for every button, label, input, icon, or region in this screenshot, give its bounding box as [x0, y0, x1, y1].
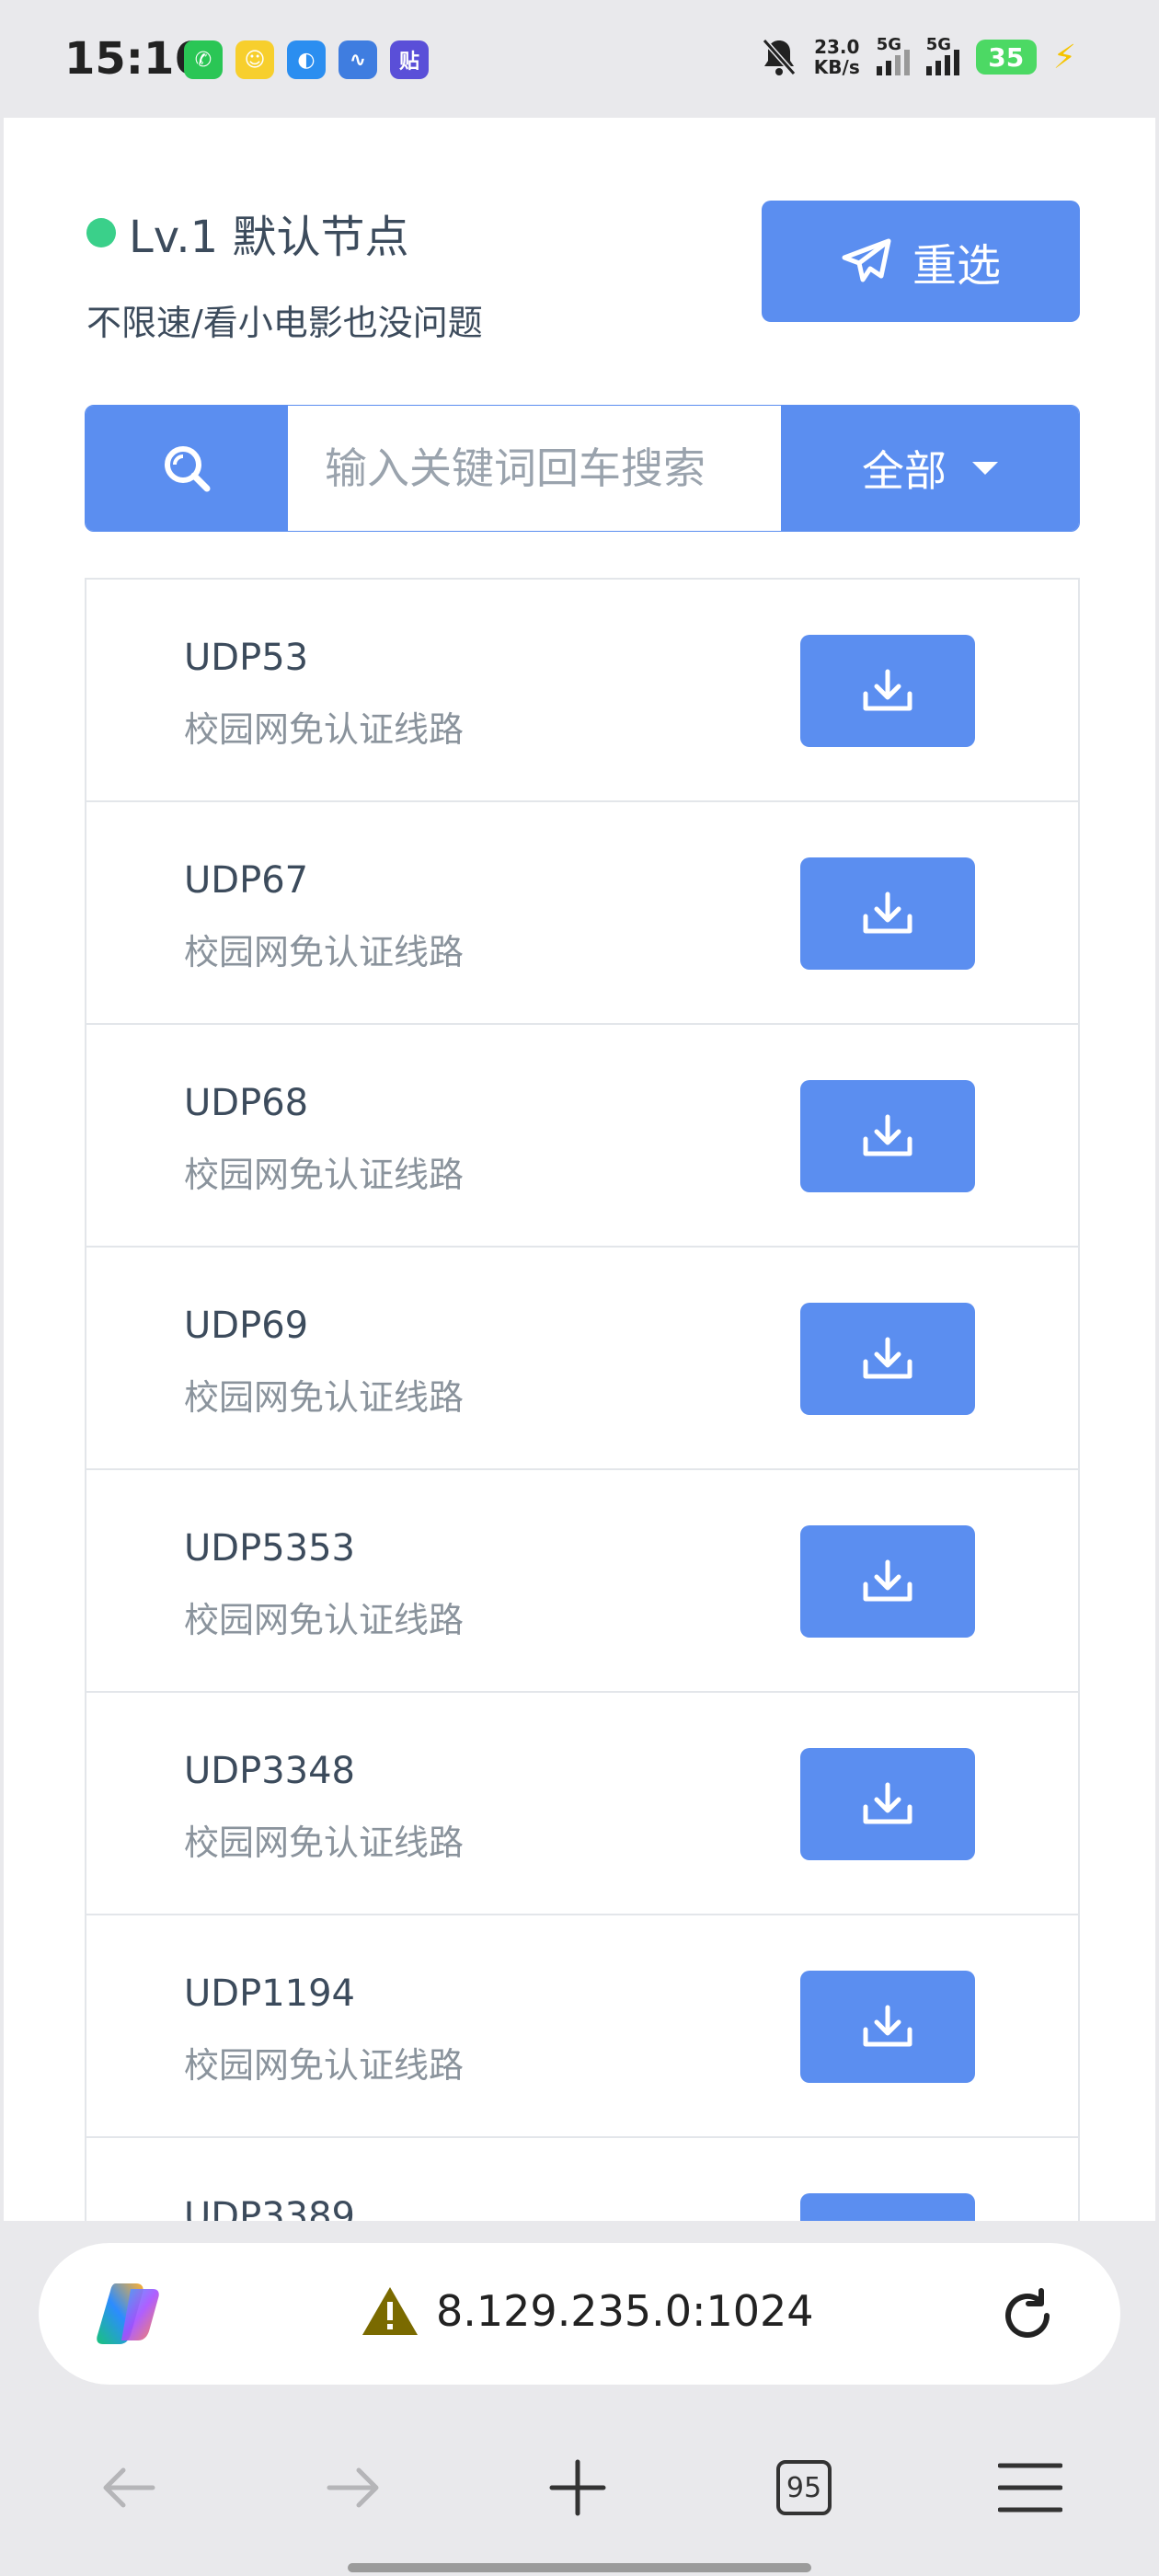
plus-icon — [549, 2459, 606, 2516]
node-row: UDP53 校园网免认证线路 — [86, 580, 1078, 802]
net-speed: 23.0 KB/s — [813, 36, 860, 78]
reload-icon[interactable] — [995, 2283, 1060, 2348]
download-button[interactable] — [800, 1971, 975, 2083]
chart-app-icon: ∿ — [339, 40, 377, 79]
menu-button[interactable] — [975, 2442, 1085, 2534]
node-list: UDP53 校园网免认证线路 UDP67 校园网免认证线路 UDP68 校园网免认证线路 U… — [85, 578, 1080, 2221]
download-button[interactable] — [800, 1748, 975, 1860]
download-button[interactable] — [800, 1525, 975, 1638]
forward-button[interactable] — [298, 2442, 408, 2534]
node-description: 校园网免认证线路 — [184, 709, 465, 750]
filter-dropdown[interactable]: 全部 — [781, 406, 1079, 531]
browser-nav-bar: 95 — [0, 2442, 1159, 2534]
web-page: Lv.1 默认节点 不限速/看小电影也没问题 重选 全部 UDP53 校园网免认证… — [4, 118, 1155, 2221]
meituan-icon: ☺ — [235, 40, 274, 79]
browser-chrome: 8.129.235.0:1024 95 — [0, 2221, 1159, 2576]
status-indicators: 23.0 KB/s 5G 5G 35 ⚡ — [761, 35, 1076, 78]
node-description: 校园网免认证线路 — [184, 1823, 465, 1863]
node-description: 校园网免认证线路 — [184, 2045, 465, 2086]
signal-2: 5G — [925, 35, 959, 75]
node-name: UDP5353 — [184, 1527, 355, 1570]
search-input[interactable] — [288, 406, 781, 531]
node-row: UDP1194 校园网免认证线路 — [86, 1915, 1078, 2138]
download-button[interactable] — [800, 1080, 975, 1192]
signal-1: 5G — [876, 35, 910, 75]
search-bar: 全部 — [85, 405, 1080, 532]
arrow-right-icon — [327, 2467, 379, 2508]
download-button[interactable] — [800, 2193, 975, 2221]
search-button[interactable] — [86, 406, 288, 531]
browser-icon: ◐ — [287, 40, 326, 79]
copilot-icon[interactable] — [94, 2280, 167, 2348]
tab-count: 95 — [776, 2460, 832, 2515]
wechat-icon: ✆ — [184, 40, 223, 79]
download-icon — [863, 2005, 912, 2047]
node-row: UDP5353 校园网免认证线路 — [86, 1470, 1078, 1693]
address-bar[interactable]: 8.129.235.0:1024 — [39, 2243, 1120, 2385]
battery-icon: 35 — [975, 40, 1037, 75]
arrow-left-icon — [103, 2467, 155, 2508]
caret-down-icon — [972, 462, 998, 475]
hamburger-menu-icon — [998, 2463, 1062, 2513]
tieba-icon: 贴 — [390, 40, 429, 79]
notification-app-icons: ✆ ☺ ◐ ∿ 贴 — [184, 40, 429, 79]
new-tab-button[interactable] — [522, 2442, 633, 2534]
node-title: Lv.1 默认节点 — [86, 201, 408, 265]
status-bar: 15:16 ✆ ☺ ◐ ∿ 贴 23.0 KB/s 5G 5G 35 ⚡ — [0, 0, 1159, 118]
download-icon — [863, 669, 912, 711]
warning-icon — [362, 2287, 418, 2335]
online-status-dot — [86, 218, 116, 247]
download-button[interactable] — [800, 635, 975, 747]
download-icon — [863, 891, 912, 934]
node-description: 校园网免认证线路 — [184, 1377, 465, 1418]
home-indicator[interactable] — [348, 2563, 811, 2572]
node-description: 校园网免认证线路 — [184, 1600, 465, 1640]
tabs-button[interactable]: 95 — [749, 2442, 859, 2534]
mute-bell-icon — [762, 39, 797, 75]
node-name: UDP68 — [184, 1082, 309, 1124]
node-row: UDP3389校园网免认证线路 — [86, 2138, 1078, 2221]
node-subtitle: 不限速/看小电影也没问题 — [86, 303, 483, 343]
download-icon — [863, 1782, 912, 1824]
download-icon — [863, 1114, 912, 1156]
url-display[interactable]: 8.129.235.0:1024 — [361, 2285, 814, 2337]
back-button[interactable] — [74, 2442, 184, 2534]
node-name: UDP1194 — [184, 1972, 355, 2015]
reselect-button[interactable]: 重选 — [762, 201, 1080, 322]
node-row: UDP68 校园网免认证线路 — [86, 1025, 1078, 1248]
node-row: UDP67 校园网免认证线路 — [86, 802, 1078, 1025]
download-button[interactable] — [800, 1303, 975, 1415]
paper-plane-icon — [842, 238, 891, 282]
node-row: UDP3348 校园网免认证线路 — [86, 1693, 1078, 1915]
node-name: UDP3348 — [184, 1750, 355, 1792]
download-icon — [863, 1559, 912, 1602]
node-name: UDP67 — [184, 859, 309, 902]
node-name: UDP69 — [184, 1305, 309, 1347]
node-name: UDP53 — [184, 637, 309, 679]
node-row: UDP69 校园网免认证线路 — [86, 1248, 1078, 1470]
download-button[interactable] — [800, 857, 975, 970]
node-description: 校园网免认证线路 — [184, 932, 465, 972]
charging-icon: ⚡ — [1052, 38, 1076, 76]
node-description: 校园网免认证线路 — [184, 1155, 465, 1195]
download-icon — [863, 1337, 912, 1379]
search-icon — [165, 446, 211, 492]
node-name: UDP3389 — [184, 2195, 355, 2221]
